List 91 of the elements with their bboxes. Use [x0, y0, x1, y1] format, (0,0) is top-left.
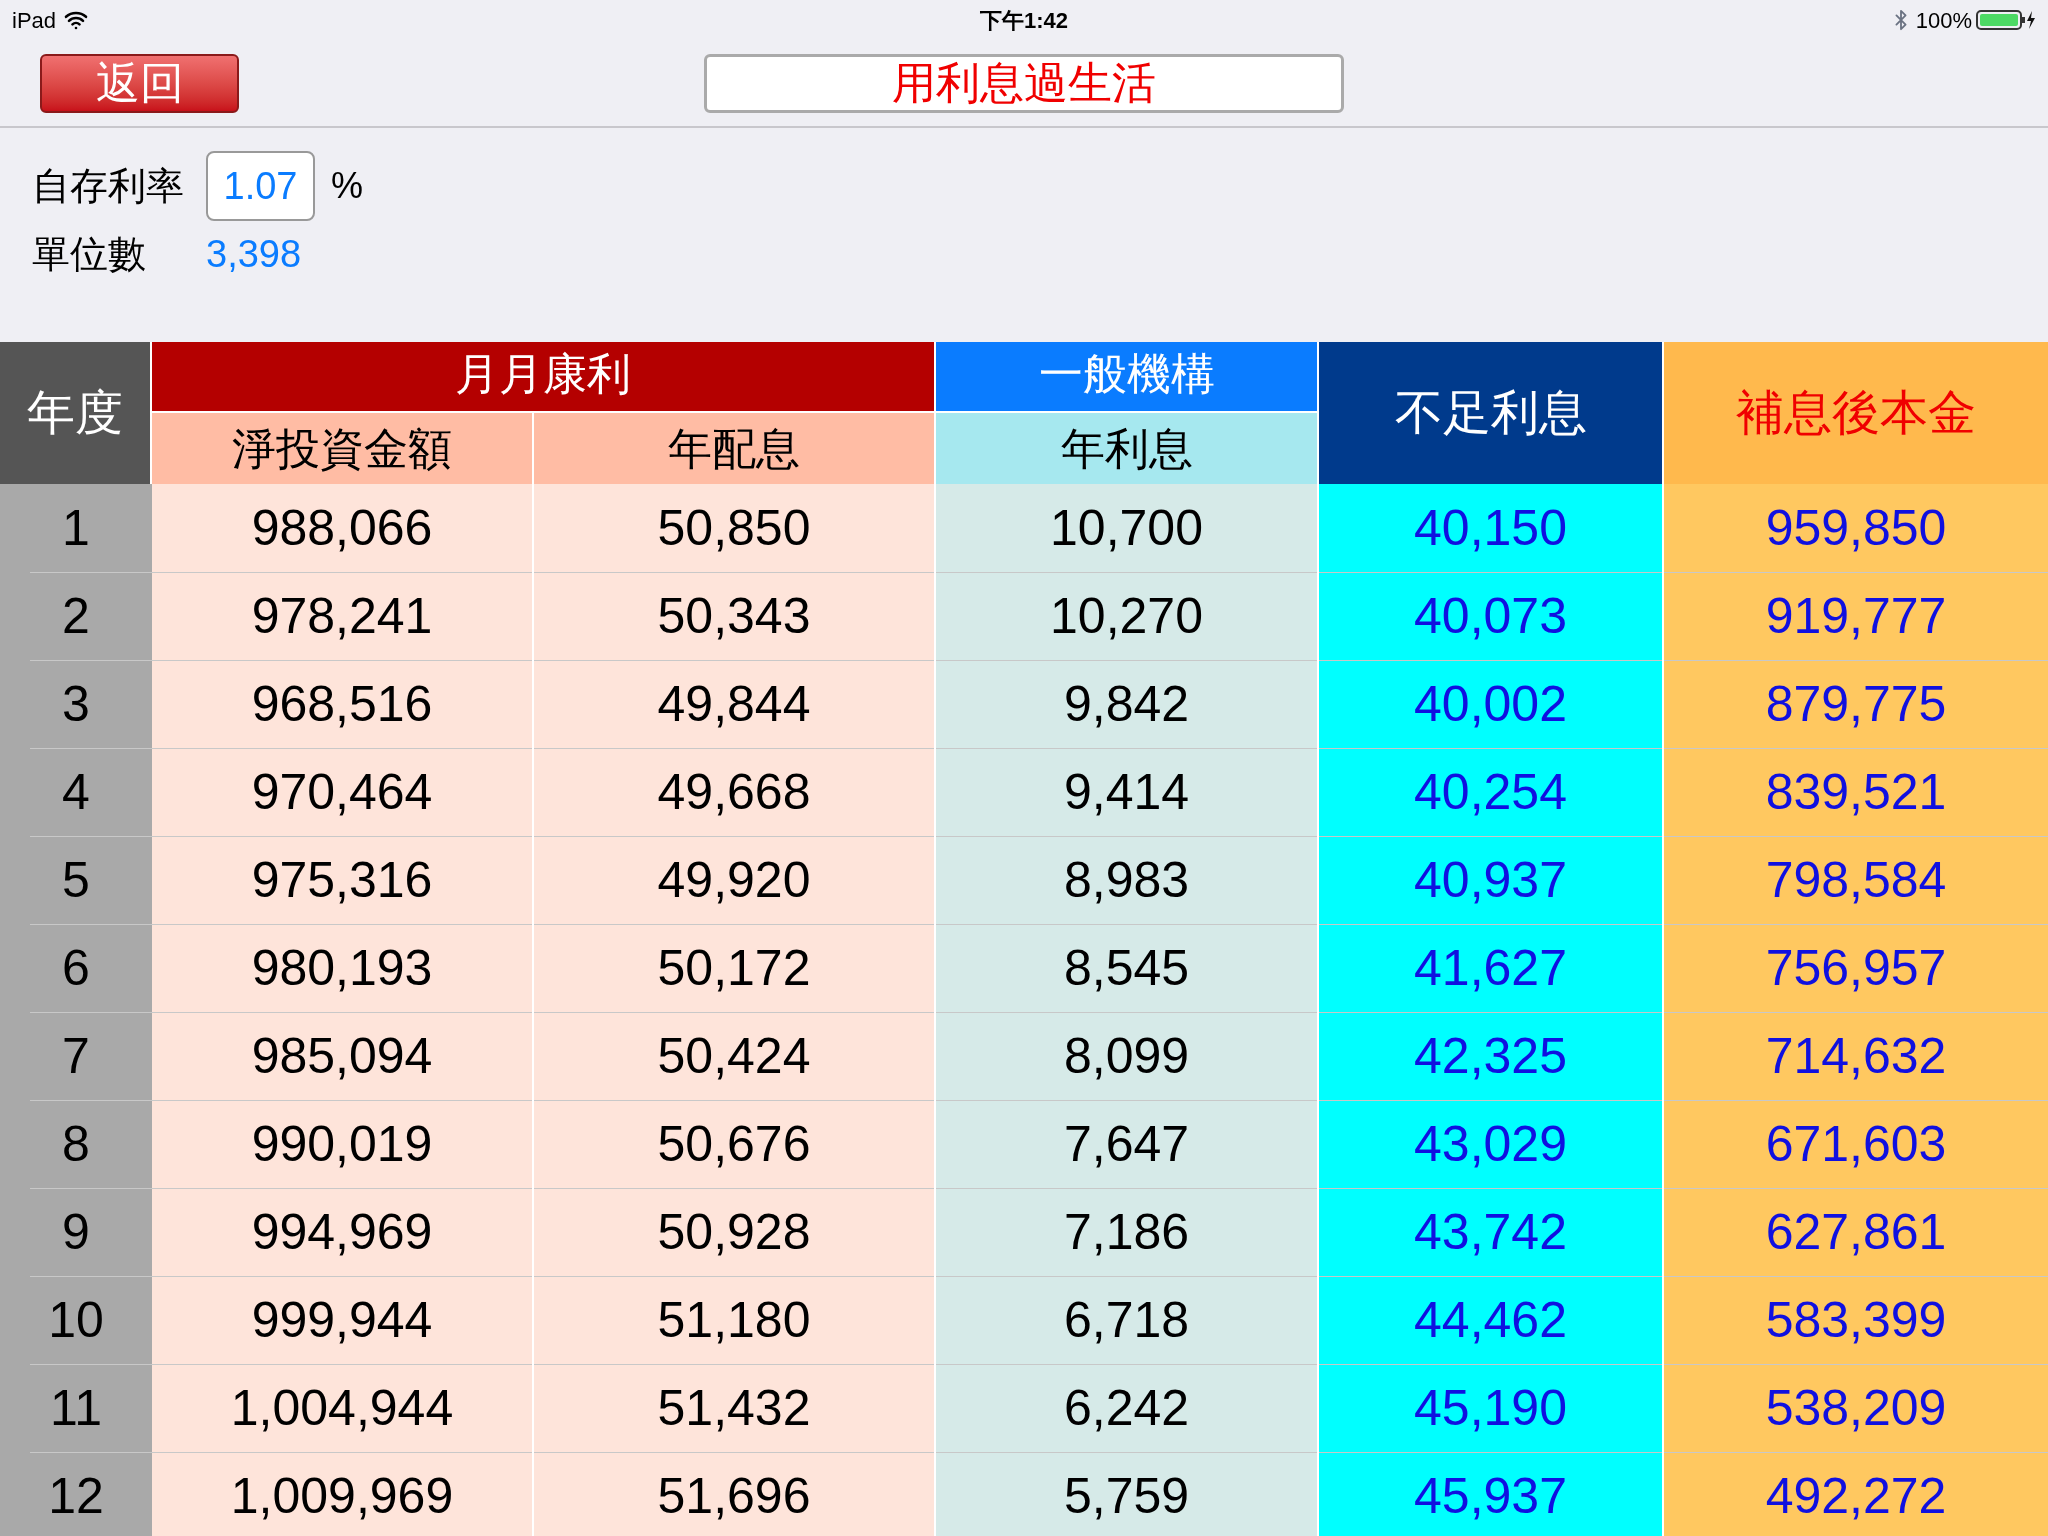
units-value: 3,398: [206, 231, 302, 277]
table-cell-text: 7,186: [1063, 1202, 1190, 1262]
table-cell-text: 51,180: [657, 1290, 811, 1350]
table-cell-text: 10,270: [1050, 586, 1203, 646]
battery-percent: 100%: [1915, 6, 1972, 35]
table-cell-text: 8,545: [1063, 938, 1190, 998]
table-cell-text: 999,944: [251, 1290, 433, 1350]
table-cell-text: 671,603: [1765, 1114, 1947, 1174]
year-cell-text: 6: [62, 938, 90, 998]
back-button[interactable]: 返回: [40, 53, 239, 113]
table-cell-text: 45,190: [1414, 1378, 1567, 1438]
table-cell-text: 988,066: [251, 498, 433, 558]
year-cell-text: 8: [62, 1114, 90, 1174]
table-cell-text: 50,850: [657, 498, 811, 558]
column-header: 年利息: [936, 413, 1319, 484]
table-cell-text: 8,983: [1063, 850, 1190, 910]
year-cell-text: 12: [48, 1466, 104, 1526]
table-cell-text: 50,424: [657, 1026, 811, 1086]
table-cell-text: 538,209: [1765, 1378, 1947, 1438]
table-cell-text: 43,742: [1414, 1202, 1567, 1262]
table-cell-text: 990,019: [251, 1114, 433, 1174]
device-name: iPad: [12, 6, 57, 35]
table-cell-text: 49,668: [657, 762, 811, 822]
year-cell-text: 5: [62, 850, 90, 910]
table-cell-text: 583,399: [1765, 1290, 1947, 1350]
table-cell-text: 1,004,944: [230, 1378, 454, 1438]
table-cell-text: 959,850: [1765, 498, 1947, 558]
battery-icon: [1976, 9, 2036, 31]
table-cell-text: 10,700: [1050, 498, 1203, 558]
table-cell-text: 798,584: [1765, 850, 1947, 910]
table-cell-text: 43,029: [1414, 1114, 1567, 1174]
table-cell-text: 975,316: [251, 850, 433, 910]
table-cell-text: 9,842: [1063, 674, 1190, 734]
table-cell-text: 1,009,969: [230, 1466, 454, 1526]
table-cell-text: 492,272: [1765, 1466, 1947, 1526]
rate-label: 自存利率: [32, 163, 185, 209]
column-header: 淨投資金額: [152, 413, 534, 484]
year-cell-text: 4: [62, 762, 90, 822]
table-cell-text: 50,928: [657, 1202, 811, 1262]
table-cell-text: 839,521: [1765, 762, 1947, 822]
table-cell-text: 714,632: [1765, 1026, 1947, 1086]
column-header: 年度: [0, 342, 152, 484]
column-header: 年配息: [534, 413, 936, 484]
table-cell-text: 50,343: [657, 586, 811, 646]
table-cell-text: 6,718: [1063, 1290, 1190, 1350]
status-time: 下午1:42: [979, 6, 1068, 35]
column-header: 不足利息: [1319, 342, 1664, 484]
table-cell-text: 6,242: [1063, 1378, 1190, 1438]
year-cell-text: 7: [62, 1026, 90, 1086]
table-cell-text: 49,844: [657, 674, 811, 734]
table-cell-text: 40,254: [1414, 762, 1567, 822]
table-cell-text: 45,937: [1414, 1466, 1567, 1526]
table-cell-text: 40,150: [1414, 498, 1567, 558]
table-cell-text: 879,775: [1765, 674, 1947, 734]
year-cell-text: 2: [62, 586, 90, 646]
table-cell-text: 44,462: [1414, 1290, 1567, 1350]
table-cell-text: 968,516: [251, 674, 433, 734]
column-header: 補息後本金: [1664, 342, 2048, 484]
table-cell-text: 51,432: [657, 1378, 811, 1438]
units-label: 單位數: [32, 231, 147, 277]
group-header: 月月康利: [152, 342, 936, 413]
table-cell-text: 627,861: [1765, 1202, 1947, 1262]
table-cell-text: 994,969: [251, 1202, 433, 1262]
table-cell-text: 970,464: [251, 762, 433, 822]
year-cell-text: 9: [62, 1202, 90, 1262]
page-title: 用利息過生活: [704, 53, 1344, 113]
group-header: 一般機構: [936, 342, 1319, 413]
table-cell-text: 8,099: [1063, 1026, 1190, 1086]
table-cell-text: 978,241: [251, 586, 433, 646]
table-cell-text: 40,937: [1414, 850, 1567, 910]
table-cell-text: 42,325: [1414, 1026, 1567, 1086]
year-cell-text: 10: [48, 1290, 104, 1350]
table-cell-text: 41,627: [1414, 938, 1567, 998]
table-cell-text: 980,193: [251, 938, 433, 998]
percent-sign: %: [331, 164, 363, 208]
table-cell-text: 51,696: [657, 1466, 811, 1526]
table-cell-text: 40,002: [1414, 674, 1567, 734]
rate-input[interactable]: 1.07: [206, 151, 315, 221]
table-cell-text: 7,647: [1063, 1114, 1190, 1174]
table-cell-text: 49,920: [657, 850, 811, 910]
table-cell-text: 50,172: [657, 938, 811, 998]
table-cell-text: 756,957: [1765, 938, 1947, 998]
year-cell-text: 3: [62, 674, 90, 734]
table-cell-text: 50,676: [657, 1114, 811, 1174]
table-cell-text: 40,073: [1414, 586, 1567, 646]
table-cell-text: 985,094: [251, 1026, 433, 1086]
year-cell-text: 11: [50, 1378, 102, 1438]
table-cell-text: 5,759: [1063, 1466, 1190, 1526]
table-cell-text: 919,777: [1765, 586, 1947, 646]
year-cell-text: 1: [62, 498, 90, 558]
table-cell-text: 9,414: [1063, 762, 1190, 822]
